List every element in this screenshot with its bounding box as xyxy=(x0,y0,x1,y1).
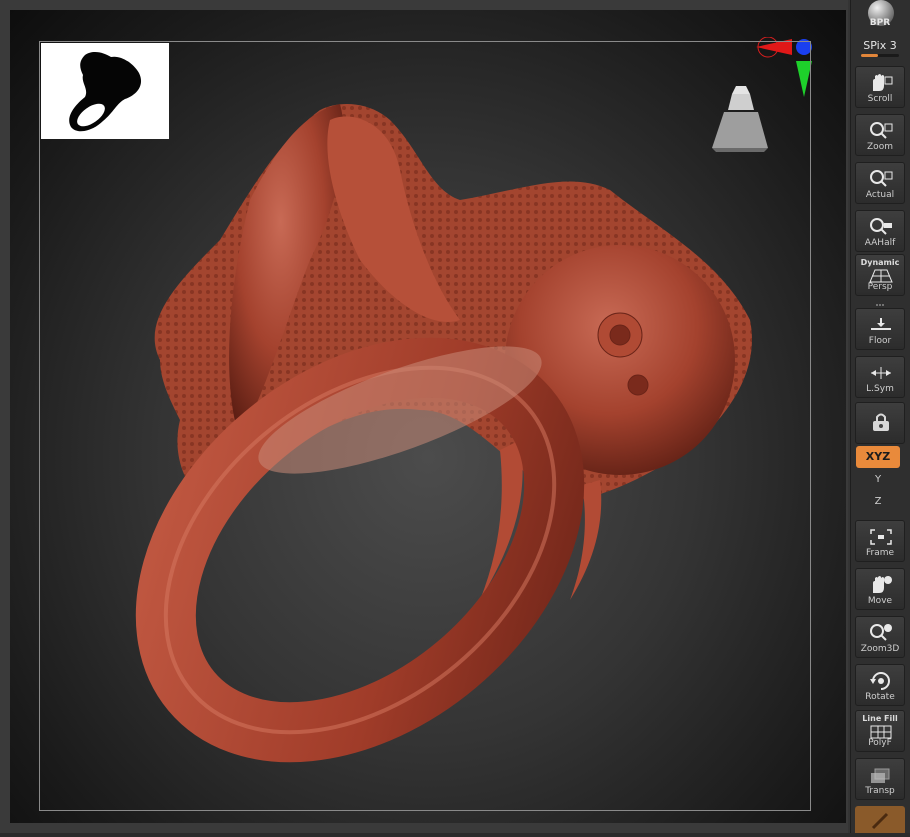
aahalf-button[interactable]: AAHalf xyxy=(855,210,905,252)
right-shelf: BPR SPix 3 Scroll Zoom Actual AAHalf Dyn… xyxy=(850,0,910,833)
persp-label: Persp xyxy=(867,282,893,292)
rotate-label: Rotate xyxy=(865,692,895,702)
lock-camera-icon xyxy=(873,413,889,431)
spix-track[interactable] xyxy=(861,54,899,57)
transp-button[interactable]: Transp xyxy=(855,758,905,800)
scroll-label: Scroll xyxy=(867,94,893,104)
lsym-label: L.Sym xyxy=(866,384,894,394)
aahalf-icon xyxy=(870,218,892,235)
perspective-grid-icon xyxy=(869,269,893,283)
spix-fill xyxy=(861,54,879,57)
rotate-icon xyxy=(870,672,890,690)
hand-scroll-icon xyxy=(873,74,893,91)
y-rotate-label: Y xyxy=(874,474,882,485)
move-button[interactable]: Move xyxy=(855,568,905,610)
spix-label: SPix 3 xyxy=(863,39,897,52)
polyf-label: PolyF xyxy=(868,738,892,748)
transparency-icon xyxy=(871,768,890,783)
rotate-button[interactable]: Rotate xyxy=(855,664,905,706)
zoom-label: Zoom xyxy=(867,142,893,152)
move-label: Move xyxy=(867,596,893,606)
polyf-button[interactable]: Line Fill PolyF xyxy=(855,710,905,752)
polyframe-icon xyxy=(870,725,892,739)
zoom3d-button[interactable]: Zoom3D xyxy=(855,616,905,658)
zbrush-window: BPR SPix 3 Scroll Zoom Actual AAHalf Dyn… xyxy=(0,0,910,833)
zoom3d-icon xyxy=(870,624,892,641)
bpr-button[interactable]: BPR xyxy=(855,0,905,34)
aahalf-label: AAHalf xyxy=(864,238,896,248)
actual-label: Actual xyxy=(865,190,895,200)
z-rotate-label: Z xyxy=(874,496,882,507)
viewport-area xyxy=(0,0,848,833)
spix-slider[interactable]: SPix 3 xyxy=(855,38,905,60)
document-canvas[interactable] xyxy=(10,10,846,823)
transp-label: Transp xyxy=(865,786,895,796)
floor-button[interactable]: Floor xyxy=(855,308,905,350)
lsym-button[interactable]: L.Sym xyxy=(855,356,905,398)
frame-button[interactable]: Frame xyxy=(855,520,905,562)
dynamic-label: Dynamic xyxy=(860,258,900,267)
z-rotate-toggle[interactable]: Z xyxy=(871,496,885,510)
actual-size-icon xyxy=(870,170,893,187)
ghost-button[interactable] xyxy=(855,806,905,833)
persp-button[interactable]: Dynamic Persp xyxy=(855,254,905,296)
shelf-grip-icon[interactable] xyxy=(875,303,885,307)
local-symmetry-icon xyxy=(871,367,891,379)
bpr-label: BPR xyxy=(869,18,891,28)
lock-camera-button[interactable] xyxy=(855,402,905,444)
frame-icon xyxy=(870,529,892,545)
line-fill-label: Line Fill xyxy=(862,714,898,723)
floor-icon xyxy=(871,318,891,330)
actual-button[interactable]: Actual xyxy=(855,162,905,204)
ring-model[interactable] xyxy=(100,80,780,800)
ghost-brush-icon xyxy=(871,812,889,830)
y-rotate-toggle[interactable]: Y xyxy=(871,474,885,488)
zoom3d-label: Zoom3D xyxy=(860,644,900,654)
scroll-button[interactable]: Scroll xyxy=(855,66,905,108)
xyz-label: XYZ xyxy=(865,450,891,463)
hand-move-icon xyxy=(873,576,892,593)
frame-label: Frame xyxy=(865,548,895,558)
floor-label: Floor xyxy=(868,336,892,346)
zoom-icon xyxy=(870,122,893,139)
xyz-rotate-toggle[interactable]: XYZ xyxy=(856,446,900,468)
zoom-button[interactable]: Zoom xyxy=(855,114,905,156)
